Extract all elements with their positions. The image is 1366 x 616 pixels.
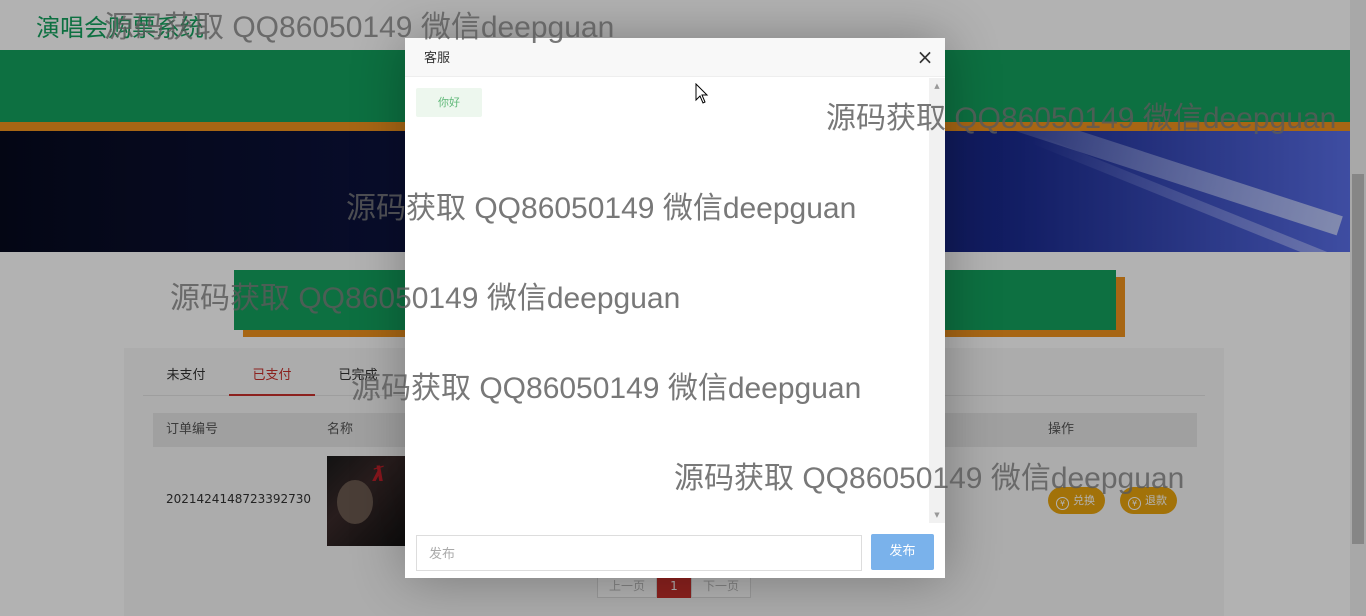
watermark: 源码获取 QQ86050149 微信deepguan xyxy=(346,192,857,225)
message-input[interactable] xyxy=(416,535,862,571)
mouse-cursor-icon xyxy=(695,83,709,104)
scroll-down-icon[interactable]: ▼ xyxy=(929,511,945,519)
watermark: 源码获取 QQ86050149 微信deepguan xyxy=(826,102,1337,135)
publish-button[interactable]: 发布 xyxy=(871,534,934,570)
chat-message: 你好 xyxy=(416,88,482,117)
close-icon[interactable]: × xyxy=(915,47,935,67)
watermark: 源码获取 QQ86050149 微信deepguan xyxy=(674,462,1185,495)
dialog-footer: 发布 xyxy=(405,523,945,578)
watermark: 源码获取 QQ86050149 微信deepguan xyxy=(351,372,862,405)
watermark: 源码获取 QQ86050149 微信deepguan xyxy=(170,282,681,315)
watermark: 源码获取 QQ86050149 微信deepguan xyxy=(104,11,615,44)
dialog-title: 客服 xyxy=(424,51,451,66)
scroll-up-icon[interactable]: ▲ xyxy=(929,82,945,90)
